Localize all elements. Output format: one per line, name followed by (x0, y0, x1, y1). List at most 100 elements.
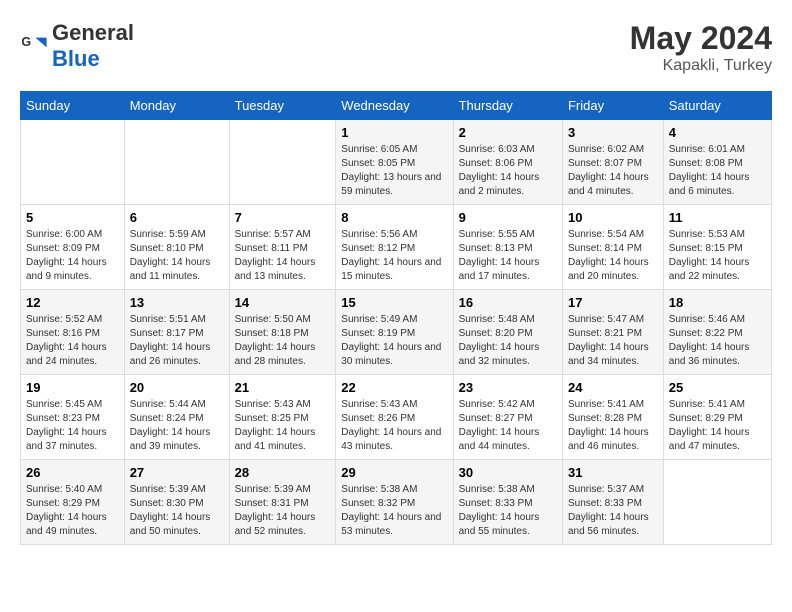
calendar-cell: 19Sunrise: 5:45 AMSunset: 8:23 PMDayligh… (21, 375, 125, 460)
calendar-cell: 10 Sunrise: 5:54 AMSunset: 8:14 PMDayligh… (562, 205, 663, 290)
header-monday: Monday (124, 92, 229, 120)
header-sunday: Sunday (21, 92, 125, 120)
page-header: G General Blue May 2024 Kapakli, Turkey (20, 20, 772, 75)
day-number: 1 (341, 125, 447, 140)
calendar-cell: 11 Sunrise: 5:53 AMSunset: 8:15 PMDayligh… (663, 205, 771, 290)
calendar-table: SundayMondayTuesdayWednesdayThursdayFrid… (20, 91, 772, 545)
day-number: 28 (235, 465, 331, 480)
logo-blue: Blue (52, 46, 100, 71)
day-number: 3 (568, 125, 658, 140)
day-number: 14 (235, 295, 331, 310)
day-info: Sunrise: 5:51 AMSunset: 8:17 PMDaylight:… (130, 313, 224, 369)
logo-icon: G (20, 32, 48, 60)
calendar-cell: 3 Sunrise: 6:02 AMSunset: 8:07 PMDaylight… (562, 120, 663, 205)
day-number: 6 (130, 210, 224, 225)
calendar-cell: 4 Sunrise: 6:01 AMSunset: 8:08 PMDaylight… (663, 120, 771, 205)
day-info: Sunrise: 5:40 AMSunset: 8:29 PMDaylight:… (26, 483, 119, 539)
calendar-cell: 25Sunrise: 5:41 AMSunset: 8:29 PMDayligh… (663, 375, 771, 460)
calendar-cell: 20Sunrise: 5:44 AMSunset: 8:24 PMDayligh… (124, 375, 229, 460)
day-info: Sunrise: 5:37 AMSunset: 8:33 PMDaylight:… (568, 483, 658, 539)
header-saturday: Saturday (663, 92, 771, 120)
day-info: Sunrise: 5:56 AMSunset: 8:12 PMDaylight:… (341, 228, 447, 284)
day-info: Sunrise: 5:41 AMSunset: 8:28 PMDaylight:… (568, 398, 658, 454)
day-number: 16 (459, 295, 557, 310)
calendar-cell: 28 Sunrise: 5:39 AMSunset: 8:31 PMDayligh… (229, 460, 336, 545)
calendar-week-3: 12 Sunrise: 5:52 AMSunset: 8:16 PMDayligh… (21, 290, 772, 375)
day-info: Sunrise: 6:02 AMSunset: 8:07 PMDaylight:… (568, 143, 658, 199)
day-info: Sunrise: 5:43 AMSunset: 8:26 PMDaylight:… (341, 398, 447, 454)
calendar-cell: 2 Sunrise: 6:03 AMSunset: 8:06 PMDaylight… (453, 120, 562, 205)
day-number: 24 (568, 380, 658, 395)
day-number: 22 (341, 380, 447, 395)
day-number: 19 (26, 380, 119, 395)
title-block: May 2024 Kapakli, Turkey (630, 20, 772, 75)
day-info: Sunrise: 5:49 AMSunset: 8:19 PMDaylight:… (341, 313, 447, 369)
calendar-cell: 24 Sunrise: 5:41 AMSunset: 8:28 PMDayligh… (562, 375, 663, 460)
day-number: 26 (26, 465, 119, 480)
day-number: 11 (669, 210, 766, 225)
logo: G General Blue (20, 20, 134, 72)
day-info: Sunrise: 6:00 AMSunset: 8:09 PMDaylight:… (26, 228, 119, 284)
day-number: 8 (341, 210, 447, 225)
svg-text:G: G (21, 35, 31, 49)
day-info: Sunrise: 5:52 AMSunset: 8:16 PMDaylight:… (26, 313, 119, 369)
day-number: 27 (130, 465, 224, 480)
calendar-week-4: 19Sunrise: 5:45 AMSunset: 8:23 PMDayligh… (21, 375, 772, 460)
calendar-cell: 16 Sunrise: 5:48 AMSunset: 8:20 PMDayligh… (453, 290, 562, 375)
day-number: 13 (130, 295, 224, 310)
calendar-cell: 26 Sunrise: 5:40 AMSunset: 8:29 PMDayligh… (21, 460, 125, 545)
calendar-cell (21, 120, 125, 205)
day-info: Sunrise: 5:54 AMSunset: 8:14 PMDaylight:… (568, 228, 658, 284)
day-info: Sunrise: 6:05 AMSunset: 8:05 PMDaylight:… (341, 143, 447, 199)
calendar-cell: 21Sunrise: 5:43 AMSunset: 8:25 PMDayligh… (229, 375, 336, 460)
day-number: 10 (568, 210, 658, 225)
calendar-cell: 18 Sunrise: 5:46 AMSunset: 8:22 PMDayligh… (663, 290, 771, 375)
day-number: 2 (459, 125, 557, 140)
day-number: 5 (26, 210, 119, 225)
day-info: Sunrise: 5:57 AMSunset: 8:11 PMDaylight:… (235, 228, 331, 284)
calendar-week-2: 5 Sunrise: 6:00 AMSunset: 8:09 PMDaylight… (21, 205, 772, 290)
day-number: 29 (341, 465, 447, 480)
day-info: Sunrise: 5:46 AMSunset: 8:22 PMDaylight:… (669, 313, 766, 369)
calendar-cell: 22 Sunrise: 5:43 AMSunset: 8:26 PMDayligh… (336, 375, 453, 460)
calendar-title: May 2024 (630, 20, 772, 57)
day-info: Sunrise: 5:50 AMSunset: 8:18 PMDaylight:… (235, 313, 331, 369)
day-info: Sunrise: 5:48 AMSunset: 8:20 PMDaylight:… (459, 313, 557, 369)
header-wednesday: Wednesday (336, 92, 453, 120)
calendar-subtitle: Kapakli, Turkey (630, 57, 772, 75)
calendar-cell: 13 Sunrise: 5:51 AMSunset: 8:17 PMDayligh… (124, 290, 229, 375)
calendar-cell (663, 460, 771, 545)
day-number: 4 (669, 125, 766, 140)
day-number: 21 (235, 380, 331, 395)
calendar-cell (229, 120, 336, 205)
calendar-cell: 6 Sunrise: 5:59 AMSunset: 8:10 PMDaylight… (124, 205, 229, 290)
calendar-cell: 15 Sunrise: 5:49 AMSunset: 8:19 PMDayligh… (336, 290, 453, 375)
calendar-cell: 27 Sunrise: 5:39 AMSunset: 8:30 PMDayligh… (124, 460, 229, 545)
day-number: 18 (669, 295, 766, 310)
day-info: Sunrise: 5:39 AMSunset: 8:30 PMDaylight:… (130, 483, 224, 539)
calendar-cell: 30Sunrise: 5:38 AMSunset: 8:33 PMDayligh… (453, 460, 562, 545)
logo-general: General (52, 20, 134, 45)
day-info: Sunrise: 6:01 AMSunset: 8:08 PMDaylight:… (669, 143, 766, 199)
header-thursday: Thursday (453, 92, 562, 120)
day-number: 30 (459, 465, 557, 480)
calendar-cell: 17 Sunrise: 5:47 AMSunset: 8:21 PMDayligh… (562, 290, 663, 375)
calendar-cell: 8 Sunrise: 5:56 AMSunset: 8:12 PMDaylight… (336, 205, 453, 290)
calendar-week-5: 26 Sunrise: 5:40 AMSunset: 8:29 PMDayligh… (21, 460, 772, 545)
day-number: 12 (26, 295, 119, 310)
day-number: 25 (669, 380, 766, 395)
day-info: Sunrise: 6:03 AMSunset: 8:06 PMDaylight:… (459, 143, 557, 199)
day-number: 15 (341, 295, 447, 310)
day-info: Sunrise: 5:53 AMSunset: 8:15 PMDaylight:… (669, 228, 766, 284)
day-info: Sunrise: 5:47 AMSunset: 8:21 PMDaylight:… (568, 313, 658, 369)
day-number: 7 (235, 210, 331, 225)
day-number: 17 (568, 295, 658, 310)
day-number: 9 (459, 210, 557, 225)
day-info: Sunrise: 5:39 AMSunset: 8:31 PMDaylight:… (235, 483, 331, 539)
calendar-cell: 23Sunrise: 5:42 AMSunset: 8:27 PMDayligh… (453, 375, 562, 460)
day-info: Sunrise: 5:59 AMSunset: 8:10 PMDaylight:… (130, 228, 224, 284)
header-tuesday: Tuesday (229, 92, 336, 120)
calendar-cell: 1 Sunrise: 6:05 AMSunset: 8:05 PMDaylight… (336, 120, 453, 205)
day-number: 31 (568, 465, 658, 480)
day-info: Sunrise: 5:55 AMSunset: 8:13 PMDaylight:… (459, 228, 557, 284)
